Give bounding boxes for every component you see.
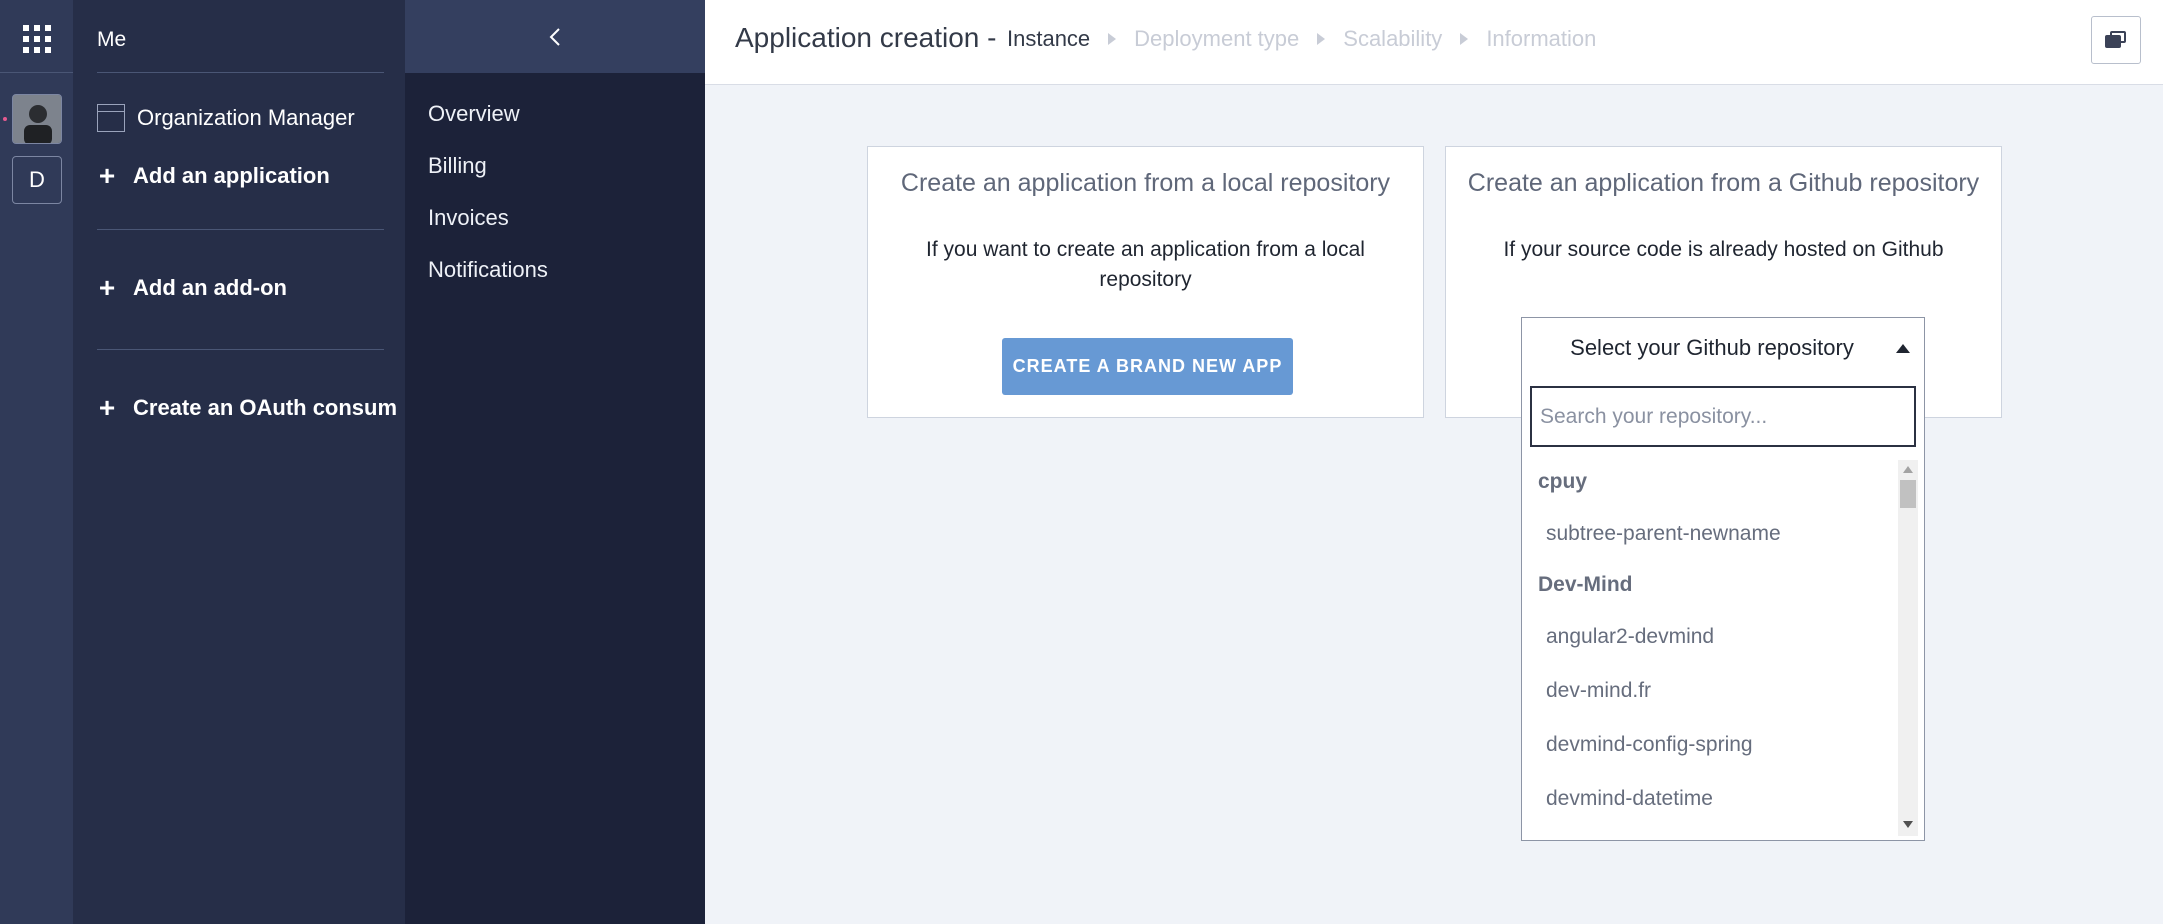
- divider: [97, 229, 384, 230]
- add-addon-button[interactable]: + Add an add-on: [97, 274, 287, 302]
- plus-icon: +: [98, 160, 116, 191]
- add-application-button[interactable]: + Add an application: [97, 162, 330, 190]
- user-avatar[interactable]: [12, 94, 62, 144]
- plus-icon: +: [98, 392, 116, 423]
- chevron-left-icon: [549, 27, 560, 46]
- scroll-down-arrow-icon[interactable]: [1903, 821, 1913, 828]
- local-repository-card: Create an application from a local repos…: [867, 146, 1424, 418]
- subnav-item-notifications[interactable]: Notifications: [428, 257, 548, 283]
- add-addon-label: Add an add-on: [133, 275, 287, 300]
- repo-option[interactable]: angular2-devmind: [1546, 625, 1714, 649]
- scroll-up-arrow-icon[interactable]: [1903, 466, 1913, 473]
- scroll-thumb[interactable]: [1900, 480, 1916, 508]
- repo-option[interactable]: subtree-parent-newname: [1546, 522, 1781, 546]
- app-rail: D: [0, 0, 73, 924]
- repository-list-scrollbar[interactable]: [1898, 460, 1918, 836]
- repo-group-cpuy: cpuy: [1538, 470, 1588, 493]
- caret-right-icon: [1108, 33, 1117, 45]
- local-card-description: If you want to create an application fro…: [926, 238, 1365, 291]
- divider: [97, 349, 384, 350]
- plus-icon: +: [98, 272, 116, 303]
- repo-option[interactable]: devmind-datetime: [1546, 787, 1713, 811]
- subnav-item-billing[interactable]: Billing: [428, 153, 487, 179]
- org-manager-label: Organization Manager: [137, 105, 355, 130]
- repo-option[interactable]: dev-mind.fr: [1546, 679, 1651, 703]
- apps-grid-icon[interactable]: [23, 25, 51, 53]
- org-panel: Me Organization Manager + Add an applica…: [73, 0, 405, 924]
- select-label: Select your Github repository: [1570, 335, 1854, 360]
- org-manager-link[interactable]: Organization Manager: [97, 104, 355, 132]
- add-application-label: Add an application: [133, 163, 330, 188]
- caret-up-icon: [1896, 344, 1910, 353]
- subnav: Overview Billing Invoices Notifications: [405, 0, 705, 924]
- caret-right-icon: [1460, 33, 1469, 45]
- step-instance[interactable]: Instance: [1007, 26, 1090, 52]
- repository-search-input[interactable]: [1530, 386, 1916, 447]
- org-switch-badge[interactable]: D: [12, 156, 62, 204]
- repo-group-dev-mind: Dev-Mind: [1538, 573, 1633, 596]
- create-oauth-label: Create an OAuth consum: [133, 395, 398, 420]
- step-deployment-type: Deployment type: [1134, 26, 1300, 51]
- github-card-description: If your source code is already hosted on…: [1503, 238, 1944, 261]
- window-icon: [97, 104, 125, 132]
- org-panel-title: Me: [97, 28, 127, 51]
- step-scalability: Scalability: [1343, 26, 1443, 51]
- subnav-item-invoices[interactable]: Invoices: [428, 205, 509, 231]
- page-title: Application creation -: [735, 22, 997, 53]
- caret-right-icon: [1317, 33, 1326, 45]
- breadcrumb: Instance Deployment type Scalability Inf…: [1007, 26, 1596, 52]
- create-oauth-button[interactable]: + Create an OAuth consum: [97, 394, 397, 422]
- repo-option[interactable]: devmind-config-spring: [1546, 733, 1753, 757]
- chat-button[interactable]: [2091, 16, 2141, 64]
- divider: [97, 72, 384, 73]
- github-repository-select[interactable]: Select your Github repository: [1521, 317, 1925, 379]
- collapse-button[interactable]: [405, 0, 705, 73]
- create-new-app-button[interactable]: CREATE A BRAND NEW APP: [1002, 338, 1293, 395]
- chat-icon: [2105, 31, 2127, 49]
- local-card-title: Create an application from a local repos…: [900, 169, 1391, 197]
- repository-list: cpuy subtree-parent-newname Dev-Mind ang…: [1522, 460, 1898, 836]
- active-indicator: [3, 117, 7, 121]
- github-card-title: Create an application from a Github repo…: [1467, 169, 1980, 197]
- step-information: Information: [1486, 26, 1597, 51]
- subnav-item-overview[interactable]: Overview: [428, 101, 520, 127]
- rail-divider: [0, 72, 73, 73]
- repository-dropdown: cpuy subtree-parent-newname Dev-Mind ang…: [1521, 378, 1925, 841]
- page-header: Application creation - Instance Deployme…: [705, 0, 2163, 85]
